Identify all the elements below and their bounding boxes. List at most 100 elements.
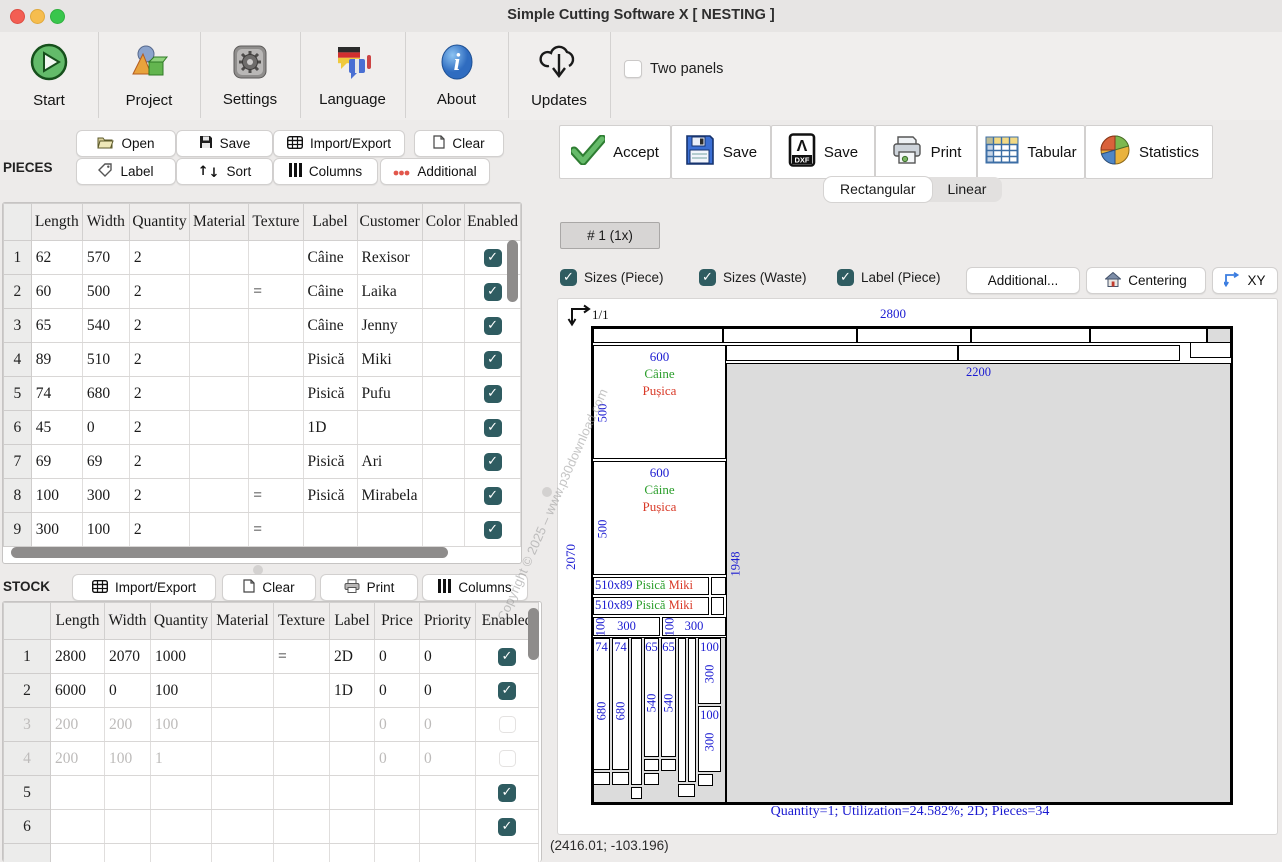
- diagram-piece[interactable]: [644, 773, 659, 785]
- diagram-piece[interactable]: [958, 345, 1180, 361]
- sheet-tab-1[interactable]: # 1 (1x): [560, 222, 660, 249]
- table-cell[interactable]: [190, 343, 249, 377]
- column-header[interactable]: Quantity: [151, 603, 212, 640]
- nesting-canvas[interactable]: 1/1 2800 2070 22001948600CâinePușica5006…: [557, 298, 1278, 835]
- table-cell[interactable]: =: [249, 479, 303, 513]
- tab-linear[interactable]: Linear: [932, 177, 1003, 202]
- table-cell[interactable]: 200: [51, 708, 105, 742]
- diagram-piece[interactable]: [723, 328, 857, 343]
- diagram-piece[interactable]: 65540: [644, 638, 659, 757]
- start-button[interactable]: Start: [0, 32, 99, 118]
- pieces-vertical-scrollbar[interactable]: [507, 240, 518, 302]
- table-cell[interactable]: [420, 776, 476, 810]
- table-cell[interactable]: 100: [151, 674, 212, 708]
- diagram-piece[interactable]: [593, 328, 723, 343]
- table-cell[interactable]: [274, 708, 330, 742]
- column-header[interactable]: Color: [422, 204, 464, 241]
- table-cell[interactable]: 2: [129, 309, 189, 343]
- table-cell[interactable]: [105, 776, 151, 810]
- diagram-piece[interactable]: [971, 328, 1090, 343]
- diagram-piece[interactable]: [678, 784, 695, 797]
- diagram-waste[interactable]: [1207, 328, 1231, 343]
- stock-import-export-button[interactable]: Import/Export: [72, 574, 216, 601]
- table-cell[interactable]: 0: [375, 674, 420, 708]
- table-cell[interactable]: [190, 241, 249, 275]
- pieces-clear-button[interactable]: Clear: [414, 130, 504, 157]
- table-cell[interactable]: Laika: [357, 275, 422, 309]
- diagram-piece[interactable]: [857, 328, 971, 343]
- column-header[interactable]: Enabled: [465, 204, 521, 241]
- table-row[interactable]: 2605002=CâineLaika✓: [4, 275, 521, 309]
- sheet-layout[interactable]: 22001948600CâinePușica500600CâinePușica5…: [591, 326, 1233, 805]
- accept-button[interactable]: Accept: [559, 125, 671, 179]
- table-cell[interactable]: [274, 742, 330, 776]
- table-cell[interactable]: 2: [129, 479, 189, 513]
- table-cell[interactable]: 2: [129, 241, 189, 275]
- enabled-checkbox[interactable]: ✓: [484, 453, 502, 471]
- pieces-additional-button[interactable]: Additional: [380, 158, 490, 185]
- table-cell[interactable]: [422, 445, 464, 479]
- table-cell[interactable]: 0: [375, 742, 420, 776]
- table-cell[interactable]: 1: [151, 742, 212, 776]
- diagram-piece[interactable]: [631, 787, 642, 799]
- diagram-waste[interactable]: 22001948: [726, 363, 1231, 803]
- column-header[interactable]: Width: [105, 603, 151, 640]
- table-cell[interactable]: 200: [105, 708, 151, 742]
- diagram-piece[interactable]: [593, 772, 610, 785]
- table-cell[interactable]: [249, 309, 303, 343]
- table-cell[interactable]: =: [274, 640, 330, 674]
- table-cell[interactable]: 300: [82, 479, 129, 513]
- table-cell[interactable]: [274, 674, 330, 708]
- diagram-piece[interactable]: 65540: [661, 638, 676, 757]
- vertical-splitter-handle[interactable]: [542, 487, 552, 497]
- table-cell[interactable]: Câine: [303, 309, 357, 343]
- table-cell[interactable]: [212, 810, 274, 844]
- enabled-checkbox[interactable]: ✓: [498, 648, 516, 666]
- table-cell[interactable]: 680: [82, 377, 129, 411]
- table-cell[interactable]: [422, 377, 464, 411]
- table-cell[interactable]: 45: [31, 411, 82, 445]
- column-header[interactable]: Width: [82, 204, 129, 241]
- table-cell[interactable]: [190, 309, 249, 343]
- additional-options-button[interactable]: Additional...: [966, 267, 1080, 294]
- two-panels-checkbox-box[interactable]: [624, 60, 642, 78]
- table-cell[interactable]: [151, 776, 212, 810]
- diagram-piece[interactable]: 100300: [698, 706, 721, 772]
- table-cell[interactable]: [190, 411, 249, 445]
- language-button[interactable]: Language: [300, 32, 406, 118]
- table-cell[interactable]: Jenny: [357, 309, 422, 343]
- table-cell[interactable]: 2: [129, 275, 189, 309]
- table-cell[interactable]: 100: [105, 742, 151, 776]
- about-button[interactable]: i About: [405, 32, 509, 118]
- diagram-piece[interactable]: 74680: [593, 638, 610, 770]
- table-cell[interactable]: =: [249, 275, 303, 309]
- project-button[interactable]: Project: [98, 32, 201, 118]
- table-cell[interactable]: [375, 810, 420, 844]
- two-panels-checkbox[interactable]: Two panels: [624, 60, 723, 78]
- label-piece-checkbox-box[interactable]: ✓: [837, 269, 854, 286]
- table-cell[interactable]: [422, 275, 464, 309]
- table-cell[interactable]: [190, 479, 249, 513]
- table-cell[interactable]: 2D: [330, 640, 375, 674]
- table-cell[interactable]: [212, 742, 274, 776]
- table-cell[interactable]: 2: [129, 377, 189, 411]
- table-cell[interactable]: Pisică: [303, 479, 357, 513]
- table-cell[interactable]: 62: [31, 241, 82, 275]
- table-cell[interactable]: [51, 776, 105, 810]
- diagram-piece[interactable]: [1090, 328, 1207, 343]
- table-cell[interactable]: [190, 275, 249, 309]
- table-cell[interactable]: [212, 640, 274, 674]
- table-row[interactable]: 320020010000: [4, 708, 539, 742]
- table-row[interactable]: 769692PisicăAri✓: [4, 445, 521, 479]
- table-cell[interactable]: 100: [82, 513, 129, 547]
- label-piece-checkbox[interactable]: ✓ Label (Piece): [837, 269, 941, 286]
- table-cell[interactable]: 1D: [330, 674, 375, 708]
- table-cell[interactable]: 0: [420, 640, 476, 674]
- save-layout-button[interactable]: Save: [671, 125, 771, 179]
- table-cell[interactable]: 89: [31, 343, 82, 377]
- table-row[interactable]: 1625702CâineRexisor✓: [4, 241, 521, 275]
- diagram-piece[interactable]: [726, 345, 958, 361]
- column-header[interactable]: Texture: [249, 204, 303, 241]
- table-row[interactable]: 5✓: [4, 776, 539, 810]
- table-cell[interactable]: Pisică: [303, 377, 357, 411]
